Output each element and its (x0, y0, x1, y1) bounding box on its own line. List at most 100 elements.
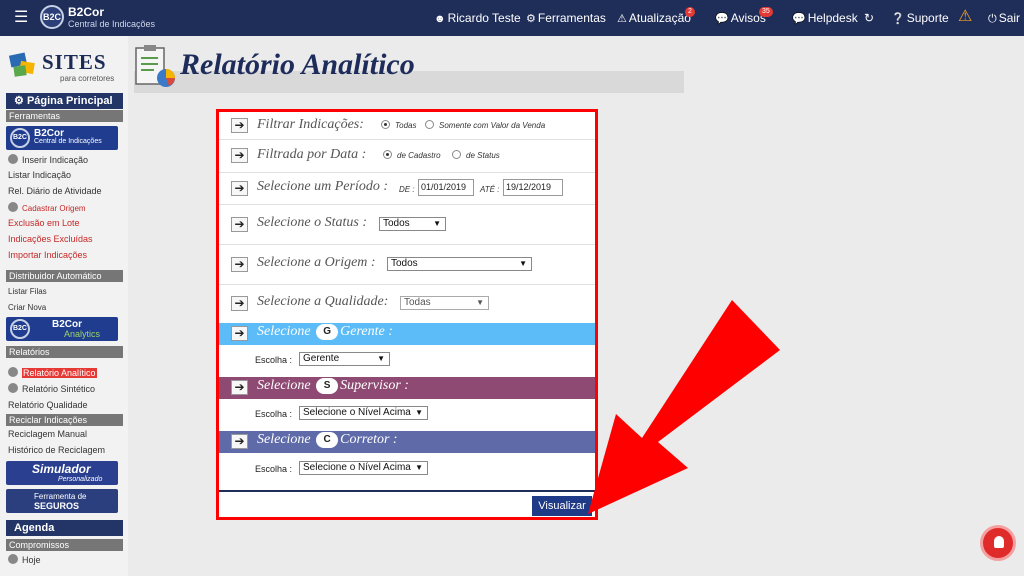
dropdown-caret-icon: ▼ (476, 298, 484, 307)
sidebar-item-relatorio-qualidade[interactable]: Relatório Qualidade (8, 400, 88, 411)
power-icon: ⏻ (988, 13, 997, 25)
comments-icon: 💬 (715, 13, 729, 25)
sidebar-item-relatorio-analitico[interactable]: Relatório Analítico (8, 367, 97, 379)
b2cor-logo[interactable]: B2C (40, 5, 64, 29)
arrow-right-icon: ➔ (231, 217, 248, 232)
arrow-circle-icon (8, 554, 18, 564)
alert-triangle-icon[interactable]: ⚠ (958, 9, 972, 25)
hamburger-menu-icon[interactable]: ☰ (14, 10, 28, 26)
arrow-right-icon: ➔ (231, 181, 248, 196)
qualidade-select[interactable]: Todas ▼ (400, 296, 489, 310)
filter-row-origem: ➔ Selecione a Origem : Todos ▼ (219, 245, 595, 285)
radio-de-status[interactable] (452, 150, 461, 159)
ferramentas-menu[interactable]: ⚙ Ferramentas (526, 12, 606, 26)
sidebar-section-relatorios: Relatórios (6, 346, 123, 358)
radio-de-cadastro-label: de Cadastro (397, 151, 441, 160)
status-label: Selecione o Status : (257, 215, 368, 230)
sidebar-item-inserir-indicacao[interactable]: Inserir Indicação (8, 154, 88, 166)
radio-somente-valor-venda[interactable] (425, 120, 434, 129)
helpdesk-menu[interactable]: 💬 Helpdesk (792, 12, 858, 26)
sair-menu[interactable]: ⏻ Sair (988, 12, 1020, 26)
supervisor-select[interactable]: Selecione o Nível Acima ▼ (299, 406, 428, 420)
sidebar-item-importar-indicacoes[interactable]: Importar Indicações (8, 250, 87, 261)
radio-somente-valor-venda-label: Somente com Valor da Venda (439, 121, 546, 130)
question-icon: ❔ (891, 13, 905, 25)
sidebar-item-historico-reciclagem[interactable]: Histórico de Reciclagem (8, 445, 105, 456)
sidebar-item-reciclagem-manual[interactable]: Reciclagem Manual (8, 429, 87, 440)
ferramenta-seguros-banner[interactable]: Ferramenta de SEGUROS (6, 489, 118, 513)
status-select[interactable]: Todos ▼ (379, 217, 446, 231)
radio-todas-label: Todas (395, 121, 417, 130)
dropdown-caret-icon: ▼ (377, 354, 385, 363)
sidebar-agenda[interactable]: Agenda (6, 520, 123, 536)
arrow-right-icon: ➔ (231, 257, 248, 272)
avisos-menu[interactable]: 💬 Avisos (715, 12, 766, 26)
filter-row-status: ➔ Selecione o Status : Todos ▼ (219, 205, 595, 245)
gerente-badge-icon: G (316, 324, 339, 340)
sidebar-item-rel-diario[interactable]: Rel. Diário de Atividade (8, 186, 102, 197)
atualizacao-badge: 2 (685, 7, 695, 17)
simulador-banner[interactable]: Simulador Personalizado (6, 461, 118, 485)
logo-title: SITES (42, 50, 107, 74)
sidebar-item-hoje[interactable]: Hoje (8, 554, 41, 566)
b2cor-central-banner[interactable]: B2C B2Cor Central de Indicações (6, 126, 118, 150)
logo-shape (13, 65, 27, 77)
radio-de-status-label: de Status (466, 151, 500, 160)
user-menu[interactable]: ☻ Ricardo Teste (434, 12, 521, 26)
gerente-label: Selecione G Gerente : (257, 324, 393, 340)
gears-icon: ⚙ (526, 13, 536, 25)
corretor-band: ➔ Selecione C Corretor : (219, 431, 595, 453)
warning-icon: ⚠ (617, 13, 627, 25)
sidebar-item-exclusao-lote[interactable]: Exclusão em Lote (8, 218, 80, 229)
suporte-menu[interactable]: ❔ Suporte (891, 12, 949, 26)
date-to-input[interactable]: 19/12/2019 (503, 179, 563, 196)
periodo-label: Selecione um Período : (257, 179, 389, 194)
de-label: DE : (399, 185, 415, 194)
date-from-input[interactable]: 01/01/2019 (418, 179, 474, 196)
b2cor-logo-icon: B2C (10, 128, 30, 148)
dropdown-caret-icon: ▼ (433, 219, 441, 228)
dropdown-caret-icon: ▼ (519, 259, 527, 268)
top-navbar: ☰ B2C B2Cor Central de Indicações ☻ Ricar… (0, 0, 1024, 36)
gear-icon: ⚙ (14, 95, 24, 107)
refresh-icon[interactable]: ↻ (864, 12, 874, 25)
corretor-select[interactable]: Selecione o Nível Acima ▼ (299, 461, 428, 475)
arrow-circle-icon (8, 367, 18, 377)
sidebar-item-listar-filas[interactable]: Listar Filas (8, 286, 47, 297)
supervisor-badge-icon: S (316, 378, 339, 394)
arrow-right-icon: ➔ (231, 118, 248, 133)
sites-para-corretores-logo[interactable]: SITES para corretores (8, 48, 116, 83)
sidebar-section-compromissos: Compromissos (6, 539, 123, 551)
origem-select[interactable]: Todos ▼ (387, 257, 532, 271)
ate-label: ATÉ : (480, 185, 500, 194)
arrow-right-icon: ➔ (231, 434, 248, 449)
sidebar-item-relatorio-sintetico[interactable]: Relatório Sintético (8, 383, 95, 395)
brand-title: B2Cor (68, 5, 105, 19)
atualizacao-menu[interactable]: ⚠ Atualização (617, 12, 691, 26)
sidebar-item-listar-indicacao[interactable]: Listar Indicação (8, 170, 71, 181)
radio-todas[interactable] (381, 120, 390, 129)
arrow-circle-icon (8, 383, 18, 393)
arrow-right-icon: ➔ (231, 380, 248, 395)
logo-subtitle: para corretores (60, 74, 115, 83)
radio-de-cadastro[interactable] (383, 150, 392, 159)
report-filter-panel: ➔ Filtrar Indicações: Todas Somente com … (216, 109, 598, 520)
filtrada-por-data-label: Filtrada por Data : (257, 147, 367, 162)
sidebar: SITES para corretores ⚙ Página Principal… (0, 36, 128, 576)
arrow-right-icon: ➔ (231, 326, 248, 341)
sidebar-item-cadastrar-origem[interactable]: Cadastrar Origem (8, 202, 86, 214)
dropdown-caret-icon: ▼ (415, 408, 423, 417)
sidebar-item-indicacoes-excluidas[interactable]: Indicações Excluídas (8, 234, 93, 245)
filter-row-qualidade: ➔ Selecione a Qualidade: Todas ▼ (219, 285, 595, 323)
notification-bell-icon[interactable] (980, 525, 1016, 561)
sidebar-item-criar-nova[interactable]: Criar Nova (8, 302, 46, 313)
corretor-label: Selecione C Corretor : (257, 432, 398, 448)
supervisor-band: ➔ Selecione S Supervisor : (219, 377, 595, 399)
corretor-badge-icon: C (316, 432, 339, 448)
avisos-badge: 35 (759, 7, 773, 17)
chat-icon: 💬 (792, 13, 806, 25)
b2cor-analytics-banner[interactable]: B2C B2Cor Analytics (6, 317, 118, 341)
sidebar-section-distribuidor: Distribuidor Automático (6, 270, 123, 282)
gerente-select[interactable]: Gerente ▼ (299, 352, 390, 366)
sidebar-pagina-principal[interactable]: ⚙ Página Principal (6, 93, 123, 109)
